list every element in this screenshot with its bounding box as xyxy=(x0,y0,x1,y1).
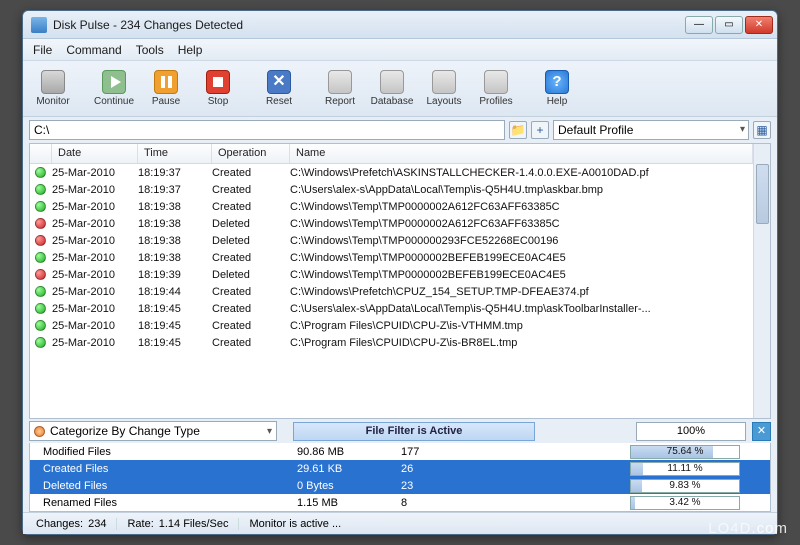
reset-button[interactable]: ✕Reset xyxy=(255,65,303,113)
status-dot-icon xyxy=(35,303,46,314)
status-message: Monitor is active ... xyxy=(249,518,341,530)
scrollbar-thumb[interactable] xyxy=(756,164,769,224)
add-icon[interactable]: + xyxy=(531,121,549,139)
app-icon xyxy=(31,17,47,33)
percent-bar: 3.42 % xyxy=(630,496,740,510)
report-button[interactable]: Report xyxy=(316,65,364,113)
grid-view-icon[interactable]: ▦ xyxy=(753,121,771,139)
play-icon xyxy=(102,70,126,94)
minimize-button[interactable]: — xyxy=(685,16,713,34)
help-button[interactable]: ?Help xyxy=(533,65,581,113)
col-operation[interactable]: Operation xyxy=(212,144,290,163)
menu-command[interactable]: Command xyxy=(66,43,121,57)
filter-active-button[interactable]: File Filter is Active xyxy=(293,422,535,441)
table-row[interactable]: 25-Mar-201018:19:38CreatedC:\Windows\Tem… xyxy=(30,249,753,266)
stop-button[interactable]: Stop xyxy=(194,65,242,113)
watermark: LO4D.com xyxy=(708,520,788,537)
percent-bar: 11.11 % xyxy=(630,462,740,476)
maximize-button[interactable]: ▭ xyxy=(715,16,743,34)
summary-row[interactable]: Renamed Files1.15 MB83.42 % xyxy=(30,494,770,511)
help-icon: ? xyxy=(545,70,569,94)
table-row[interactable]: 25-Mar-201018:19:38DeletedC:\Windows\Tem… xyxy=(30,215,753,232)
summary-row[interactable]: Created Files29.61 KB2611.11 % xyxy=(30,460,770,477)
layouts-icon xyxy=(432,70,456,94)
col-name[interactable]: Name xyxy=(290,144,753,163)
status-dot-icon xyxy=(35,320,46,331)
database-icon xyxy=(380,70,404,94)
table-row[interactable]: 25-Mar-201018:19:39DeletedC:\Windows\Tem… xyxy=(30,266,753,283)
close-button[interactable]: ✕ xyxy=(745,16,773,34)
monitor-icon xyxy=(41,70,65,94)
summary-grid: Modified Files90.86 MB17775.64 %Created … xyxy=(29,443,771,512)
status-dot-icon xyxy=(35,337,46,348)
percent-display: 100% xyxy=(636,422,746,441)
menubar: File Command Tools Help xyxy=(23,39,777,61)
toolbar: Monitor Continue Pause Stop ✕Reset Repor… xyxy=(23,61,777,117)
categorize-select[interactable]: Categorize By Change Type xyxy=(29,421,277,441)
pause-button[interactable]: Pause xyxy=(142,65,190,113)
status-dot-icon xyxy=(35,252,46,263)
status-dot-icon xyxy=(35,235,46,246)
pause-icon xyxy=(154,70,178,94)
window-title: Disk Pulse - 234 Changes Detected xyxy=(53,18,685,32)
status-dot-icon xyxy=(35,167,46,178)
path-bar: 📁 + Default Profile ▦ xyxy=(23,117,777,143)
browse-folder-icon[interactable]: 📁 xyxy=(509,121,527,139)
col-date[interactable]: Date xyxy=(52,144,138,163)
table-row[interactable]: 25-Mar-201018:19:44CreatedC:\Windows\Pre… xyxy=(30,283,753,300)
stop-icon xyxy=(206,70,230,94)
table-row[interactable]: 25-Mar-201018:19:45CreatedC:\Users\alex-… xyxy=(30,300,753,317)
table-row[interactable]: 25-Mar-201018:19:38CreatedC:\Windows\Tem… xyxy=(30,198,753,215)
continue-button[interactable]: Continue xyxy=(90,65,138,113)
percent-bar: 9.83 % xyxy=(630,479,740,493)
menu-file[interactable]: File xyxy=(33,43,52,57)
summary-row[interactable]: Modified Files90.86 MB17775.64 % xyxy=(30,443,770,460)
events-grid: Date Time Operation Name 25-Mar-201018:1… xyxy=(29,143,771,419)
path-input[interactable] xyxy=(29,120,505,140)
table-row[interactable]: 25-Mar-201018:19:37CreatedC:\Windows\Pre… xyxy=(30,164,753,181)
status-dot-icon xyxy=(35,218,46,229)
status-dot-icon xyxy=(35,184,46,195)
col-time[interactable]: Time xyxy=(138,144,212,163)
report-icon xyxy=(328,70,352,94)
menu-tools[interactable]: Tools xyxy=(136,43,164,57)
monitor-button[interactable]: Monitor xyxy=(29,65,77,113)
scrollbar[interactable] xyxy=(753,144,770,418)
table-row[interactable]: 25-Mar-201018:19:38DeletedC:\Windows\Tem… xyxy=(30,232,753,249)
profiles-button[interactable]: Profiles xyxy=(472,65,520,113)
status-dot-icon xyxy=(35,201,46,212)
window-controls: — ▭ ✕ xyxy=(685,16,773,34)
menu-help[interactable]: Help xyxy=(178,43,203,57)
status-dot-icon xyxy=(35,269,46,280)
layouts-button[interactable]: Layouts xyxy=(420,65,468,113)
database-button[interactable]: Database xyxy=(368,65,416,113)
summary-row[interactable]: Deleted Files0 Bytes239.83 % xyxy=(30,477,770,494)
filter-close-button[interactable]: ✕ xyxy=(752,422,771,441)
table-row[interactable]: 25-Mar-201018:19:37CreatedC:\Users\alex-… xyxy=(30,181,753,198)
percent-bar: 75.64 % xyxy=(630,445,740,459)
table-row[interactable]: 25-Mar-201018:19:45CreatedC:\Program Fil… xyxy=(30,317,753,334)
titlebar[interactable]: Disk Pulse - 234 Changes Detected — ▭ ✕ xyxy=(23,11,777,39)
grid-header[interactable]: Date Time Operation Name xyxy=(30,144,753,164)
profiles-icon xyxy=(484,70,508,94)
profile-select[interactable]: Default Profile xyxy=(553,120,749,140)
statusbar: Changes: 234 Rate: 1.14 Files/Sec Monito… xyxy=(23,512,777,534)
status-changes: Changes: 234 xyxy=(31,518,117,530)
status-dot-icon xyxy=(35,286,46,297)
status-rate: Rate: 1.14 Files/Sec xyxy=(127,518,239,530)
app-window: Disk Pulse - 234 Changes Detected — ▭ ✕ … xyxy=(22,10,778,535)
reset-icon: ✕ xyxy=(267,70,291,94)
filter-bar: Categorize By Change Type File Filter is… xyxy=(23,419,777,443)
table-row[interactable]: 25-Mar-201018:19:45CreatedC:\Program Fil… xyxy=(30,334,753,351)
